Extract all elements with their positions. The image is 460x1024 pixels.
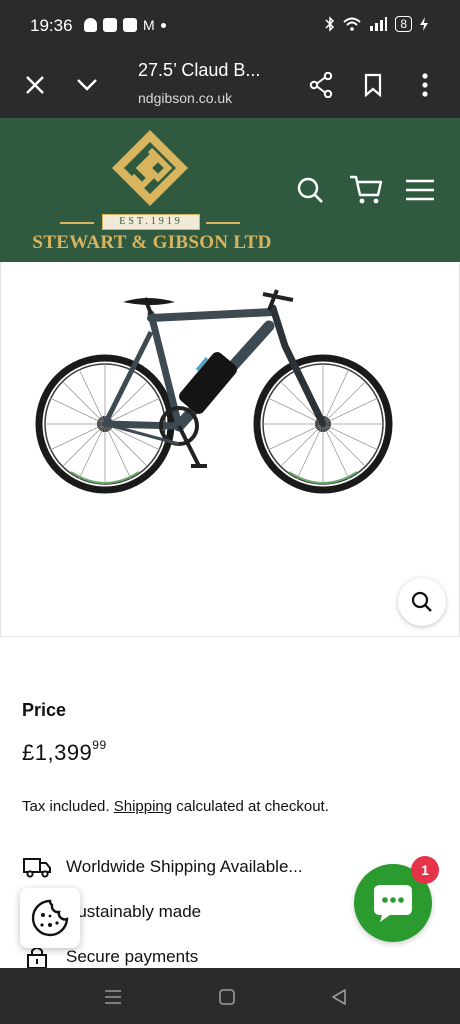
bluetooth-icon [325, 16, 335, 32]
bookmark-icon [364, 73, 382, 97]
recent-apps-button[interactable] [98, 982, 128, 1012]
more-notifications-icon [160, 22, 166, 28]
menu-button[interactable] [402, 172, 438, 208]
back-icon [332, 989, 346, 1005]
share-icon [309, 72, 333, 98]
product-image[interactable] [1, 262, 459, 636]
price-label: Price [22, 700, 67, 720]
share-button[interactable] [304, 68, 338, 102]
brand-logo-emblem[interactable] [110, 128, 190, 208]
brand-name[interactable]: STEWART & GIBSON LTD [22, 232, 282, 254]
chat-unread-badge: 1 [411, 856, 439, 884]
feature-label: Secure payments [66, 947, 199, 966]
price-main: £1,399 [22, 740, 93, 765]
product-price: £1,39999 [22, 738, 107, 766]
gmail-icon: M [143, 17, 155, 33]
cookie-icon [31, 899, 69, 937]
shipping-link[interactable]: Shipping [114, 798, 172, 815]
system-navigation-bar [0, 968, 460, 1024]
battery-indicator: 8 [395, 16, 412, 32]
back-button[interactable] [324, 982, 354, 1012]
cookie-preferences-button[interactable] [20, 888, 80, 948]
feature-worldwide-shipping: Worldwide Shipping Available... [22, 852, 402, 882]
close-icon [26, 76, 44, 94]
system-status: 8 [325, 16, 428, 32]
magnifier-icon [411, 591, 432, 612]
wifi-icon [343, 17, 361, 31]
charging-icon [420, 17, 428, 31]
truck-icon [22, 855, 52, 879]
tax-suffix: calculated at checkout. [172, 798, 329, 815]
product-image-gallery[interactable] [0, 262, 460, 637]
tax-prefix: Tax included. [22, 798, 114, 815]
zoom-image-button[interactable] [398, 578, 446, 626]
est-text: EST.1919 [102, 214, 200, 230]
tax-note: Tax included. Shipping calculated at che… [22, 798, 329, 815]
page-url[interactable]: ndgibson.co.uk [138, 90, 232, 106]
page-title[interactable]: 27.5’ Claud B... [138, 60, 260, 81]
app-notification-icon [123, 18, 137, 32]
expand-button[interactable] [70, 68, 104, 102]
signal-icon [370, 17, 388, 31]
browser-toolbar: 27.5’ Claud B... ndgibson.co.uk [0, 52, 460, 118]
lock-icon [22, 945, 52, 969]
cart-button[interactable] [348, 172, 384, 208]
notification-icons: M [84, 18, 166, 32]
search-button[interactable] [292, 172, 328, 208]
recent-apps-icon [105, 990, 121, 1004]
snapchat-icon [84, 18, 97, 32]
cart-icon [350, 175, 383, 204]
close-tab-button[interactable] [18, 68, 52, 102]
bookmark-button[interactable] [356, 68, 390, 102]
price-cents: 99 [92, 738, 107, 752]
hamburger-menu-icon [406, 179, 434, 201]
status-bar: 19:36 M 8 [0, 0, 460, 52]
chat-bubble-icon [374, 885, 412, 922]
feature-label: Worldwide Shipping Available... [66, 857, 303, 876]
chevron-down-icon [77, 79, 97, 91]
more-options-button[interactable] [408, 68, 442, 102]
home-icon [219, 989, 235, 1005]
search-icon [297, 177, 323, 203]
app-notification-icon [103, 18, 117, 32]
feature-label: Sustainably made [66, 902, 202, 921]
home-button[interactable] [212, 982, 242, 1012]
established-banner: EST.1919 [60, 214, 240, 232]
more-vertical-icon [422, 73, 428, 97]
status-time: 19:36 [30, 16, 73, 35]
